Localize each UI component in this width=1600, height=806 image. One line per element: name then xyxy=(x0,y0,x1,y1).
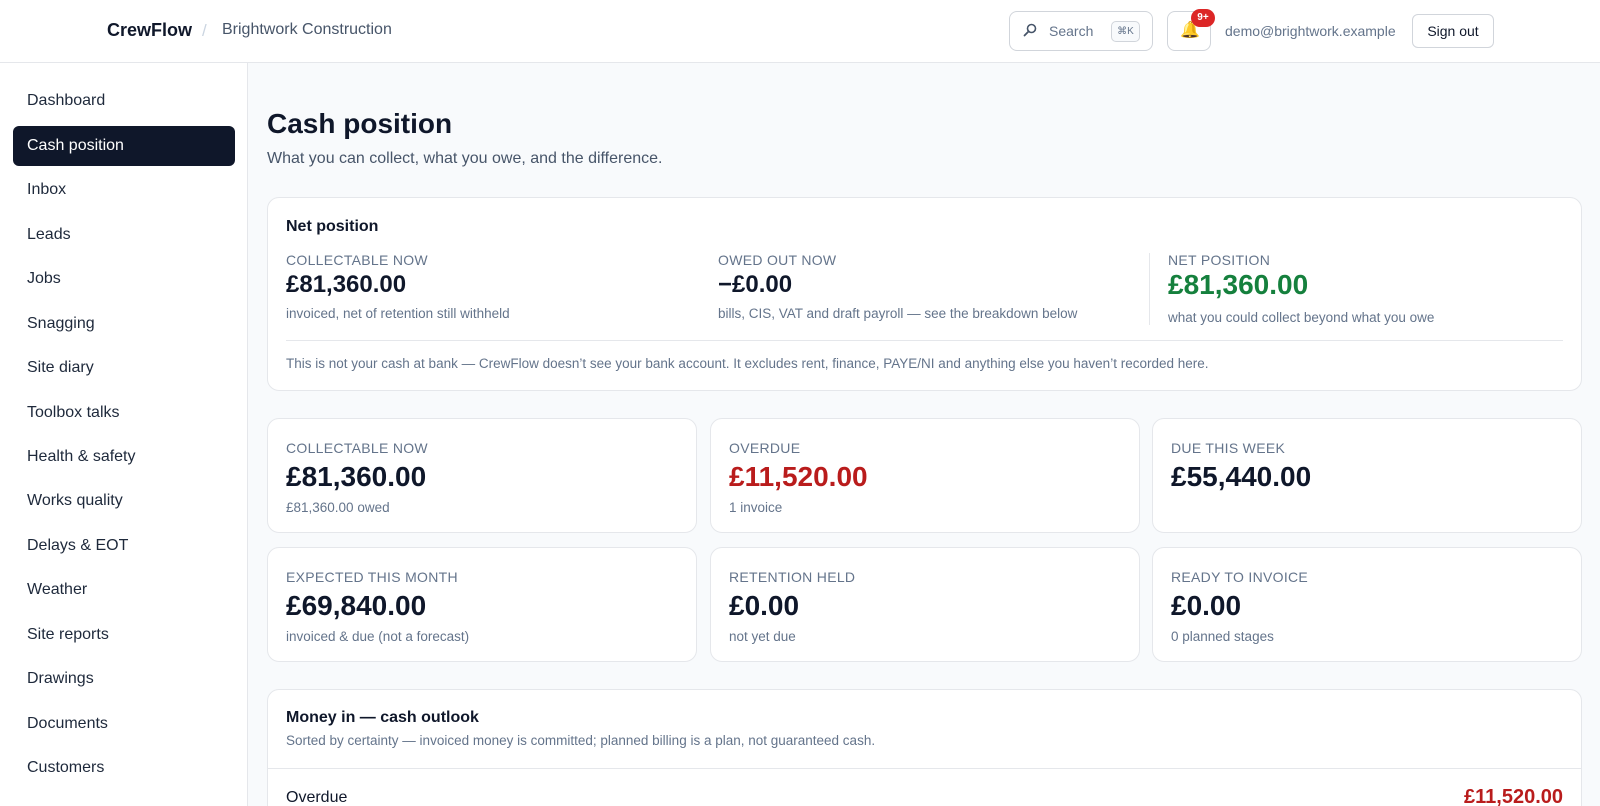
stat-value: £0.00 xyxy=(729,590,800,621)
search-label: Search xyxy=(1049,23,1094,39)
column-divider xyxy=(1149,253,1150,325)
outlook-row-amount: £11,520.00 xyxy=(1464,786,1563,806)
stat-value: £69,840.00 xyxy=(286,590,427,621)
search-shortcut: ⌘K xyxy=(1111,21,1140,42)
stat-sub: not yet due xyxy=(729,629,796,644)
page-title: Cash position xyxy=(267,108,453,139)
sidebar-item-delays-eot[interactable]: Delays & EOT xyxy=(13,526,235,566)
stat-card-expected-month: EXPECTED THIS MONTH £69,840.00 invoiced … xyxy=(267,547,697,662)
sidebar-item-leads[interactable]: Leads xyxy=(13,215,235,255)
brand-logo[interactable]: CrewFlow xyxy=(107,20,192,41)
stat-value: £81,360.00 xyxy=(286,461,427,492)
owed-label: OWED OUT NOW xyxy=(718,252,837,268)
net-position-card: Net position COLLECTABLE NOW £81,360.00 … xyxy=(267,197,1582,391)
sidebar-item-health-safety[interactable]: Health & safety xyxy=(13,437,235,477)
sidebar-item-customers[interactable]: Customers xyxy=(13,748,235,788)
stat-card-due-this-week: DUE THIS WEEK £55,440.00 xyxy=(1152,418,1582,533)
sidebar-item-site-reports[interactable]: Site reports xyxy=(13,615,235,655)
stat-value: £11,520.00 xyxy=(729,461,868,492)
outlook-subtitle: Sorted by certainty — invoiced money is … xyxy=(286,733,876,748)
sidebar-item-site-diary[interactable]: Site diary xyxy=(13,348,235,388)
search-button[interactable]: Search ⌘K xyxy=(1009,11,1153,51)
sidebar-item-documents[interactable]: Documents xyxy=(13,704,235,744)
sidebar-item-toolbox-talks[interactable]: Toolbox talks xyxy=(13,393,235,433)
outlook-divider xyxy=(268,768,1581,769)
stat-card-retention: RETENTION HELD £0.00 not yet due xyxy=(710,547,1140,662)
outlook-heading: Money in — cash outlook xyxy=(286,709,479,726)
collectable-note: invoiced, net of retention still withhel… xyxy=(286,306,510,321)
net-value: £81,360.00 xyxy=(1168,269,1309,300)
collectable-label: COLLECTABLE NOW xyxy=(286,252,428,268)
page-subtitle: What you can collect, what you owe, and … xyxy=(267,150,663,167)
stat-value: £55,440.00 xyxy=(1171,461,1312,492)
user-email: demo@brightwork.example xyxy=(1225,23,1396,39)
net-position-heading: Net position xyxy=(286,218,379,235)
stat-card-overdue: OVERDUE £11,520.00 1 invoice xyxy=(710,418,1140,533)
sidebar: Dashboard Cash position Inbox Leads Jobs… xyxy=(0,63,248,806)
card-divider xyxy=(286,340,1563,341)
stat-sub: £81,360.00 owed xyxy=(286,500,390,515)
net-note: what you could collect beyond what you o… xyxy=(1168,310,1435,325)
sidebar-item-works-quality[interactable]: Works quality xyxy=(13,481,235,521)
stat-label: DUE THIS WEEK xyxy=(1171,440,1286,456)
breadcrumb-separator: / xyxy=(202,21,207,40)
notification-badge: 9+ xyxy=(1191,9,1215,27)
stat-label: RETENTION HELD xyxy=(729,569,856,585)
stat-card-collectable: COLLECTABLE NOW £81,360.00 £81,360.00 ow… xyxy=(267,418,697,533)
stat-sub: invoiced & due (not a forecast) xyxy=(286,629,470,644)
sidebar-item-inbox[interactable]: Inbox xyxy=(13,170,235,210)
org-name: Brightwork Construction xyxy=(222,21,392,38)
sidebar-item-dashboard[interactable]: Dashboard xyxy=(13,81,235,121)
stat-label: EXPECTED THIS MONTH xyxy=(286,569,458,585)
stat-label: OVERDUE xyxy=(729,440,801,456)
search-icon xyxy=(1023,23,1037,37)
cash-outlook-card: Money in — cash outlook Sorted by certai… xyxy=(267,689,1582,806)
sidebar-item-snagging[interactable]: Snagging xyxy=(13,304,235,344)
collectable-value: £81,360.00 xyxy=(286,271,407,298)
owed-note: bills, CIS, VAT and draft payroll — see … xyxy=(718,306,1078,321)
stat-label: READY TO INVOICE xyxy=(1171,569,1309,585)
stat-value: £0.00 xyxy=(1171,590,1242,621)
stat-sub: 0 planned stages xyxy=(1171,629,1274,644)
sidebar-item-drawings[interactable]: Drawings xyxy=(13,659,235,699)
stat-card-ready-to-invoice: READY TO INVOICE £0.00 0 planned stages xyxy=(1152,547,1582,662)
disclaimer-text: This is not your cash at bank — CrewFlow… xyxy=(286,356,1209,371)
stat-label: COLLECTABLE NOW xyxy=(286,440,428,456)
top-bar: CrewFlow / Brightwork Construction Searc… xyxy=(0,0,1600,63)
notifications-button[interactable]: 🔔 9+ xyxy=(1167,9,1215,51)
sidebar-item-weather[interactable]: Weather xyxy=(13,570,235,610)
stat-sub: 1 invoice xyxy=(729,500,783,515)
net-label: NET POSITION xyxy=(1168,252,1271,268)
sidebar-item-cash-position[interactable]: Cash position xyxy=(13,126,235,166)
sidebar-item-jobs[interactable]: Jobs xyxy=(13,259,235,299)
sign-out-button[interactable]: Sign out xyxy=(1412,14,1494,48)
outlook-row-label[interactable]: Overdue xyxy=(286,789,347,806)
owed-value: −£0.00 xyxy=(718,271,793,298)
